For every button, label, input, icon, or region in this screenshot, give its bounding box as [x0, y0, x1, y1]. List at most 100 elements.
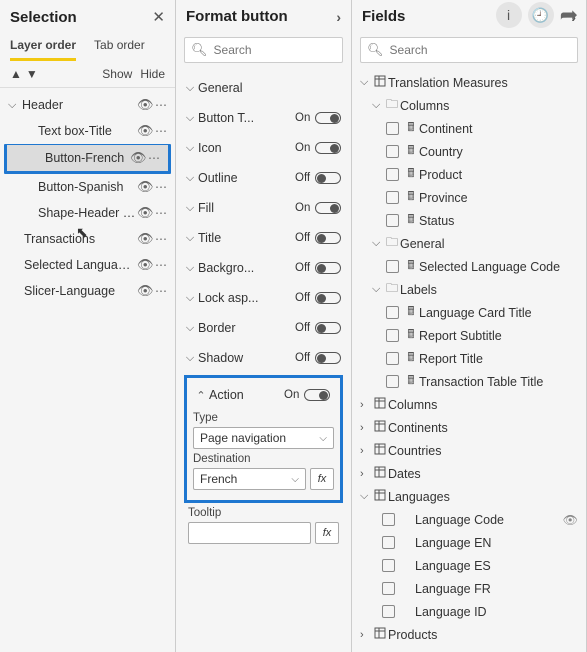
chevron-right-icon[interactable]: ›	[360, 445, 372, 457]
field-report-subtitle[interactable]: 🖩Report Subtitle	[360, 324, 578, 347]
chevron-down-icon[interactable]: ⌵	[182, 232, 198, 245]
field-language-code[interactable]: Language Code👁	[360, 508, 578, 531]
field-language-en[interactable]: Language EN	[360, 531, 578, 554]
field-report-title[interactable]: 🖩Report Title	[360, 347, 578, 370]
action-destination-select[interactable]: French ⌵	[193, 468, 306, 490]
chevron-down-icon[interactable]: ⌵	[182, 292, 198, 305]
field-product[interactable]: 🖩Product	[360, 163, 578, 186]
layer-item-header[interactable]: ⌵ Header 👁 ⋯	[0, 92, 175, 118]
chevron-down-icon[interactable]: ⌵	[372, 237, 384, 250]
chevron-right-icon[interactable]: ›	[336, 9, 341, 25]
checkbox[interactable]	[386, 168, 399, 181]
more-icon[interactable]: ⋯	[146, 151, 162, 165]
table-countries[interactable]: ›Countries	[360, 439, 578, 462]
toggle-border[interactable]: Off	[295, 322, 345, 334]
toggle-lock-aspect[interactable]: Off	[295, 292, 345, 304]
chevron-down-icon[interactable]: ⌵	[360, 76, 372, 89]
checkbox[interactable]	[386, 191, 399, 204]
field-language-es[interactable]: Language ES	[360, 554, 578, 577]
chevron-down-icon[interactable]: ⌵	[8, 99, 20, 112]
more-icon[interactable]: ⋯	[153, 180, 169, 194]
layer-item-shape-header[interactable]: Shape-Header Ba... 👁 ⋯	[0, 200, 175, 226]
toggle-fill[interactable]: On	[295, 202, 345, 214]
info-icon[interactable]: i	[496, 2, 522, 28]
fx-button[interactable]: fx	[310, 468, 334, 490]
prop-button-text[interactable]: ⌵ Button T... On	[182, 103, 345, 133]
more-icon[interactable]: ⋯	[153, 124, 169, 138]
checkbox[interactable]	[382, 582, 395, 595]
chevron-down-icon[interactable]: ⌵	[360, 490, 372, 503]
layer-item-textbox-title[interactable]: Text box-Title 👁 ⋯	[0, 118, 175, 144]
checkbox[interactable]	[386, 145, 399, 158]
folder-general[interactable]: ⌵ 🗀 General	[360, 232, 578, 255]
field-status[interactable]: 🖩Status	[360, 209, 578, 232]
table-translation-measures[interactable]: ⌵ Translation Measures	[360, 71, 578, 94]
more-icon[interactable]: ⋯	[153, 232, 169, 246]
field-language-fr[interactable]: Language FR	[360, 577, 578, 600]
toggle-button-text[interactable]: On	[295, 112, 345, 124]
chevron-down-icon[interactable]: ⌵	[182, 262, 198, 275]
checkbox[interactable]	[386, 260, 399, 273]
layer-item-button-spanish[interactable]: Button-Spanish 👁 ⋯	[0, 174, 175, 200]
chevron-down-icon[interactable]: ⌵	[182, 202, 198, 215]
visibility-icon[interactable]: 👁	[137, 97, 153, 113]
chevron-up-icon[interactable]: ⌃	[193, 389, 209, 402]
visibility-icon[interactable]: 👁	[137, 205, 153, 221]
visibility-icon[interactable]: 👁	[130, 150, 146, 166]
visibility-icon[interactable]: 👁	[137, 123, 153, 139]
action-type-select[interactable]: Page navigation ⌵	[193, 427, 334, 449]
field-selected-language-code[interactable]: 🖩Selected Language Code	[360, 255, 578, 278]
folder-columns[interactable]: ⌵ 🗀 Columns	[360, 94, 578, 117]
toggle-title[interactable]: Off	[295, 232, 345, 244]
move-down-icon[interactable]: ▼	[26, 67, 38, 81]
close-icon[interactable]: ✕	[152, 8, 165, 26]
checkbox[interactable]	[382, 559, 395, 572]
toggle-background[interactable]: Off	[295, 262, 345, 274]
prop-background[interactable]: ⌵ Backgro... Off	[182, 253, 345, 283]
hide-button[interactable]: Hide	[140, 67, 165, 81]
tooltip-input[interactable]	[188, 522, 311, 544]
more-icon[interactable]: ⋯	[153, 284, 169, 298]
show-button[interactable]: Show	[102, 67, 132, 81]
checkbox[interactable]	[382, 513, 395, 526]
chevron-down-icon[interactable]: ⌵	[182, 322, 198, 335]
format-search-input[interactable]	[214, 43, 369, 57]
folder-labels[interactable]: ⌵ 🗀 Labels	[360, 278, 578, 301]
visibility-icon[interactable]: 👁	[137, 283, 153, 299]
checkbox[interactable]	[386, 122, 399, 135]
chevron-down-icon[interactable]: ⌵	[182, 82, 198, 95]
layer-item-slicer-language[interactable]: Slicer-Language 👁 ⋯	[0, 278, 175, 304]
hidden-icon[interactable]: 👁	[563, 513, 578, 527]
history-icon[interactable]: 🕘	[528, 2, 554, 28]
chevron-down-icon[interactable]: ⌵	[372, 283, 384, 296]
checkbox[interactable]	[386, 352, 399, 365]
layer-item-selected-language[interactable]: Selected Language C... 👁 ⋯	[0, 252, 175, 278]
checkbox[interactable]	[386, 306, 399, 319]
toggle-action[interactable]: On	[284, 389, 334, 401]
chevron-down-icon[interactable]: ⌵	[372, 99, 384, 112]
fields-search[interactable]: 🔍︎	[360, 37, 578, 63]
prop-title[interactable]: ⌵ Title Off	[182, 223, 345, 253]
tab-tab-order[interactable]: Tab order	[94, 32, 145, 61]
layer-item-transactions[interactable]: Transactions 👁 ⋯	[0, 226, 175, 252]
prop-general[interactable]: ⌵ General	[182, 73, 345, 103]
visibility-icon[interactable]: 👁	[137, 257, 153, 273]
chevron-down-icon[interactable]: ⌵	[182, 142, 198, 155]
table-continents[interactable]: ›Continents	[360, 416, 578, 439]
table-columns[interactable]: ›Columns	[360, 393, 578, 416]
field-language-card-title[interactable]: 🖩Language Card Title	[360, 301, 578, 324]
toggle-outline[interactable]: Off	[295, 172, 345, 184]
checkbox[interactable]	[382, 605, 395, 618]
fx-button[interactable]: fx	[315, 522, 339, 544]
table-dates[interactable]: ›Dates	[360, 462, 578, 485]
chevron-down-icon[interactable]: ⌵	[182, 352, 198, 365]
move-up-icon[interactable]: ▲	[10, 67, 22, 81]
toggle-icon[interactable]: On	[295, 142, 345, 154]
more-icon[interactable]: ⋯	[153, 258, 169, 272]
prop-outline[interactable]: ⌵ Outline Off	[182, 163, 345, 193]
checkbox[interactable]	[382, 536, 395, 549]
field-country[interactable]: 🖩Country	[360, 140, 578, 163]
table-languages[interactable]: ⌵Languages	[360, 485, 578, 508]
tab-layer-order[interactable]: Layer order	[10, 32, 76, 61]
field-continent[interactable]: 🖩Continent	[360, 117, 578, 140]
